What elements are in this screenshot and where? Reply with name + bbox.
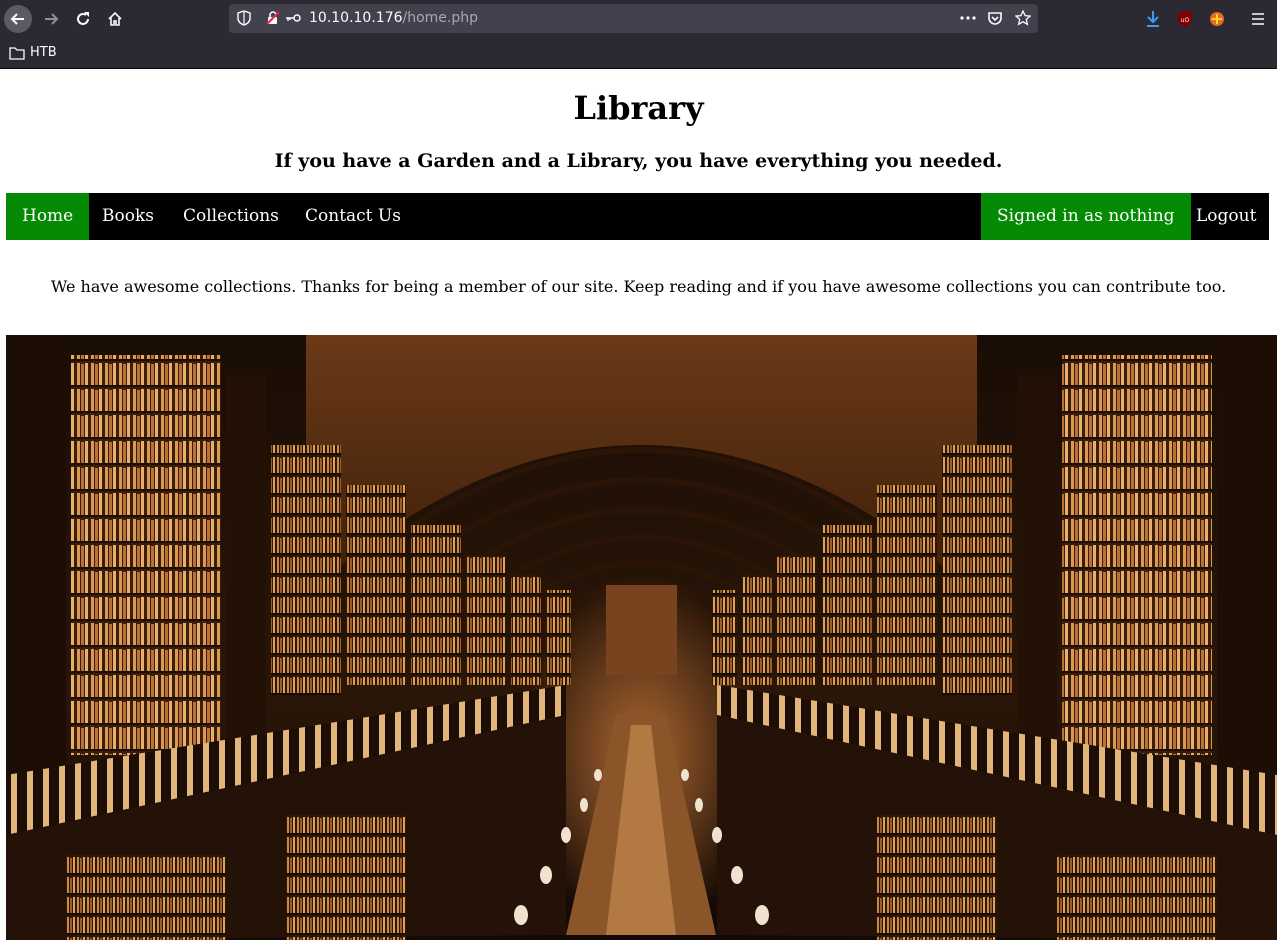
nav-logout[interactable]: Logout (1180, 193, 1272, 240)
nav-books[interactable]: Books (86, 193, 170, 240)
url-text[interactable]: 10.10.10.176/home.php (309, 10, 478, 26)
menu-button[interactable] (1248, 9, 1268, 29)
pocket-icon[interactable] (987, 10, 1003, 26)
url-bar[interactable]: 10.10.10.176/home.php (229, 4, 1038, 33)
home-icon (108, 11, 122, 26)
reload-button[interactable] (69, 5, 97, 33)
forward-button[interactable] (37, 5, 65, 33)
page-actions-icon[interactable] (959, 10, 977, 26)
bookmark-htb[interactable]: HTB (9, 45, 57, 60)
back-button[interactable] (4, 5, 32, 33)
downloads-button[interactable] (1143, 9, 1163, 29)
page-tagline: If you have a Garden and a Library, you … (274, 150, 1003, 172)
page-content: Library If you have a Garden and a Libra… (0, 69, 1277, 940)
shield-icon[interactable] (237, 10, 251, 26)
welcome-text: We have awesome collections. Thanks for … (50, 277, 1227, 296)
reload-icon (77, 12, 89, 25)
home-button[interactable] (101, 5, 129, 33)
menu-icon (1252, 13, 1264, 25)
url-host: 10.10.10.176 (309, 10, 403, 26)
bookmarks-bar (0, 38, 1277, 69)
bookmark-label: HTB (30, 45, 57, 60)
ublock-button[interactable]: uO (1175, 9, 1195, 29)
ublock-icon: uO (1178, 11, 1192, 27)
page-title: Library (573, 89, 704, 127)
key-icon[interactable] (284, 10, 302, 26)
extension-icon (1210, 12, 1224, 26)
downloads-icon (1147, 11, 1159, 27)
bookmark-star-icon[interactable] (1015, 10, 1031, 26)
url-path: /home.php (402, 10, 479, 26)
svg-text:uO: uO (1181, 17, 1190, 24)
insecure-lock-icon[interactable] (265, 10, 281, 26)
nav-home[interactable]: Home (6, 193, 90, 240)
nav-collections[interactable]: Collections (167, 193, 295, 240)
forward-icon (45, 13, 59, 25)
browser-toolbar: 10.10.10.176/home.php uO (0, 0, 1277, 38)
nav-contact-us[interactable]: Contact Us (289, 193, 417, 240)
extension-button[interactable] (1207, 9, 1227, 29)
top-navbar: Home Books Collections Contact Us Signed… (6, 193, 1269, 240)
folder-icon (9, 46, 25, 60)
library-hero-image (6, 335, 1277, 940)
back-icon (10, 13, 24, 25)
nav-signed-in[interactable]: Signed in as nothing (981, 193, 1191, 240)
